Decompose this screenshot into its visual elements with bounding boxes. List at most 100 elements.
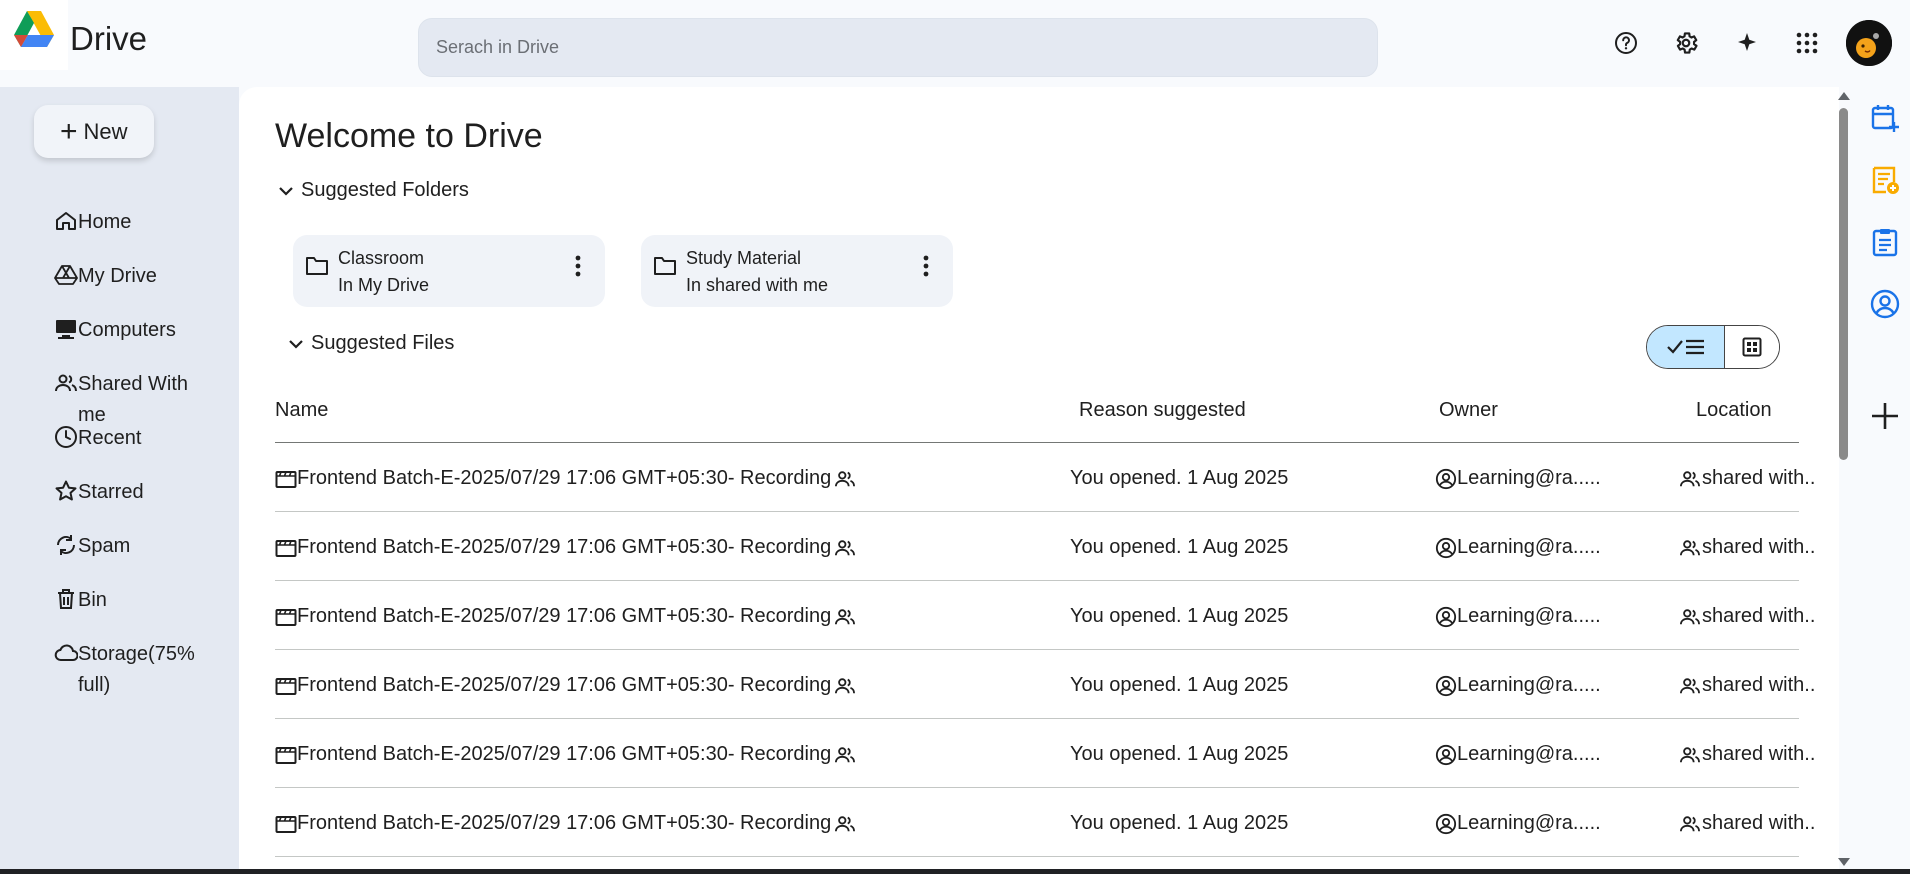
table-row[interactable]: Frontend Batch-E-2025/07/29 17:06 GMT+05…: [275, 443, 1815, 512]
reason-text: You opened. 1 Aug 2025: [1070, 605, 1289, 627]
side-panel: [1862, 87, 1910, 870]
location-text: shared with..: [1702, 605, 1816, 627]
new-button-label: New: [83, 118, 128, 144]
column-header-reason[interactable]: Reason suggested: [1079, 399, 1246, 422]
chevron-down-icon: [279, 186, 293, 196]
sidebar-item-label: Computers: [78, 319, 176, 341]
sparkle-icon[interactable]: [1732, 28, 1762, 58]
location-text: shared with..: [1702, 467, 1816, 489]
folder-location: In My Drive: [338, 275, 430, 295]
sidebar-item-starred[interactable]: Starred: [54, 477, 204, 508]
more-vert-icon[interactable]: [923, 255, 929, 277]
sidebar-item-label: Spam: [78, 535, 131, 557]
reason-cell: You opened. 1 Aug 2025: [1070, 812, 1288, 835]
location-cell: shared with..: [1678, 605, 1815, 628]
clock-icon: [55, 426, 77, 448]
file-name-cell: Frontend Batch-E-2025/07/29 17:06 GMT+05…: [275, 467, 857, 490]
folder-card[interactable]: Classroom In My Drive: [293, 235, 605, 307]
reason-cell: You opened. 1 Aug 2025: [1070, 674, 1288, 697]
sidebar-item-storage[interactable]: Storage(75% full): [54, 639, 204, 701]
scroll-down-arrow[interactable]: [1838, 858, 1850, 866]
owner-cell: Learning@ra.....: [1435, 467, 1601, 490]
apps-grid-icon[interactable]: [1792, 28, 1822, 58]
file-name-cell: Frontend Batch-E-2025/07/29 17:06 GMT+05…: [275, 812, 857, 835]
drive-logo[interactable]: [0, 0, 68, 70]
video-file-icon: [275, 677, 297, 695]
shared-icon: [1680, 608, 1700, 624]
sidebar-item-shared-with-me[interactable]: Shared With me: [54, 369, 204, 431]
reason-cell: You opened. 1 Aug 2025: [1070, 536, 1288, 559]
tasks-icon[interactable]: [1868, 225, 1902, 259]
shared-icon: [1680, 539, 1700, 555]
sidebar-item-bin[interactable]: Bin: [54, 585, 204, 616]
owner-text: Learning@ra.....: [1457, 674, 1601, 696]
keep-notes-icon[interactable]: [1868, 163, 1902, 197]
scrollbar-thumb[interactable]: [1839, 108, 1848, 460]
owner-cell: Learning@ra.....: [1435, 674, 1601, 697]
account-circle-icon: [1435, 468, 1457, 489]
video-file-icon: [275, 608, 297, 626]
new-button[interactable]: + New: [34, 105, 154, 158]
scroll-up-arrow[interactable]: [1838, 92, 1850, 100]
scrollbar[interactable]: [1836, 90, 1850, 870]
reason-cell: You opened. 1 Aug 2025: [1070, 743, 1288, 766]
grid-view-icon: [1742, 337, 1762, 357]
owner-text: Learning@ra.....: [1457, 467, 1601, 489]
reason-text: You opened. 1 Aug 2025: [1070, 674, 1289, 696]
file-name-cell: Frontend Batch-E-2025/07/29 17:06 GMT+05…: [275, 743, 857, 766]
owner-cell: Learning@ra.....: [1435, 536, 1601, 559]
main-content: Welcome to Drive Suggested Folders Class…: [239, 87, 1839, 870]
column-header-name[interactable]: Name: [275, 399, 328, 422]
top-bar: Drive: [0, 0, 1910, 87]
more-vert-icon[interactable]: [575, 255, 581, 277]
sidebar-item-spam[interactable]: Spam: [54, 531, 204, 562]
shared-icon: [1680, 677, 1700, 693]
column-header-location[interactable]: Location: [1696, 399, 1772, 422]
folder-card[interactable]: Study Material In shared with me: [641, 235, 953, 307]
file-name: Frontend Batch-E-2025/07/29 17:06 GMT+05…: [297, 536, 832, 558]
table-row[interactable]: Frontend Batch-E-2025/07/29 17:06 GMT+05…: [275, 788, 1815, 857]
settings-icon[interactable]: [1671, 28, 1701, 58]
help-icon[interactable]: [1611, 28, 1641, 58]
avatar[interactable]: [1846, 20, 1892, 66]
sidebar-item-computers[interactable]: Computers: [54, 315, 204, 346]
owner-cell: Learning@ra.....: [1435, 605, 1601, 628]
sidebar: + New Home My Drive Computers Shared Wit…: [0, 87, 239, 874]
table-row[interactable]: Frontend Batch-E-2025/07/29 17:06 GMT+05…: [275, 512, 1815, 581]
table-row[interactable]: Frontend Batch-E-2025/07/29 17:06 GMT+05…: [275, 650, 1815, 719]
folder-name: Classroom: [338, 248, 425, 268]
reason-text: You opened. 1 Aug 2025: [1070, 743, 1289, 765]
sidebar-item-recent[interactable]: Recent: [54, 423, 204, 454]
video-file-icon: [275, 815, 297, 833]
calendar-add-icon[interactable]: [1868, 101, 1902, 135]
column-header-owner[interactable]: Owner: [1439, 399, 1498, 422]
search-bar[interactable]: [418, 18, 1378, 77]
table-row[interactable]: Frontend Batch-E-2025/07/29 17:06 GMT+05…: [275, 581, 1815, 650]
cloud-icon: [54, 644, 78, 661]
sidebar-item-home[interactable]: Home: [54, 207, 204, 238]
suggested-files-toggle[interactable]: Suggested Files: [289, 332, 454, 355]
search-input[interactable]: [419, 19, 1377, 76]
shared-icon: [835, 746, 856, 762]
table-row[interactable]: Frontend Batch-E-2025/07/29 17:06 GMT+05…: [275, 719, 1815, 788]
grid-view-button[interactable]: [1725, 326, 1779, 368]
page-title: Welcome to Drive: [275, 117, 543, 155]
drive-logo-icon: [14, 11, 54, 47]
owner-text: Learning@ra.....: [1457, 812, 1601, 834]
add-panel-icon[interactable]: [1868, 399, 1902, 433]
trash-icon: [58, 589, 74, 609]
shared-icon: [1680, 746, 1700, 762]
app-title: Drive: [70, 20, 148, 57]
contacts-icon[interactable]: [1868, 287, 1902, 321]
suggested-folders-toggle[interactable]: Suggested Folders: [279, 179, 469, 202]
file-name-cell: Frontend Batch-E-2025/07/29 17:06 GMT+05…: [275, 674, 857, 697]
shared-icon: [1680, 470, 1700, 486]
reason-cell: You opened. 1 Aug 2025: [1070, 605, 1288, 628]
sidebar-item-my-drive[interactable]: My Drive: [54, 261, 204, 292]
taskbar-edge: [0, 869, 1910, 874]
sidebar-item-label: Bin: [78, 589, 107, 611]
account-circle-icon: [1435, 813, 1457, 834]
list-view-button[interactable]: [1647, 326, 1725, 368]
location-cell: shared with..: [1678, 743, 1815, 766]
location-text: shared with..: [1702, 536, 1816, 558]
